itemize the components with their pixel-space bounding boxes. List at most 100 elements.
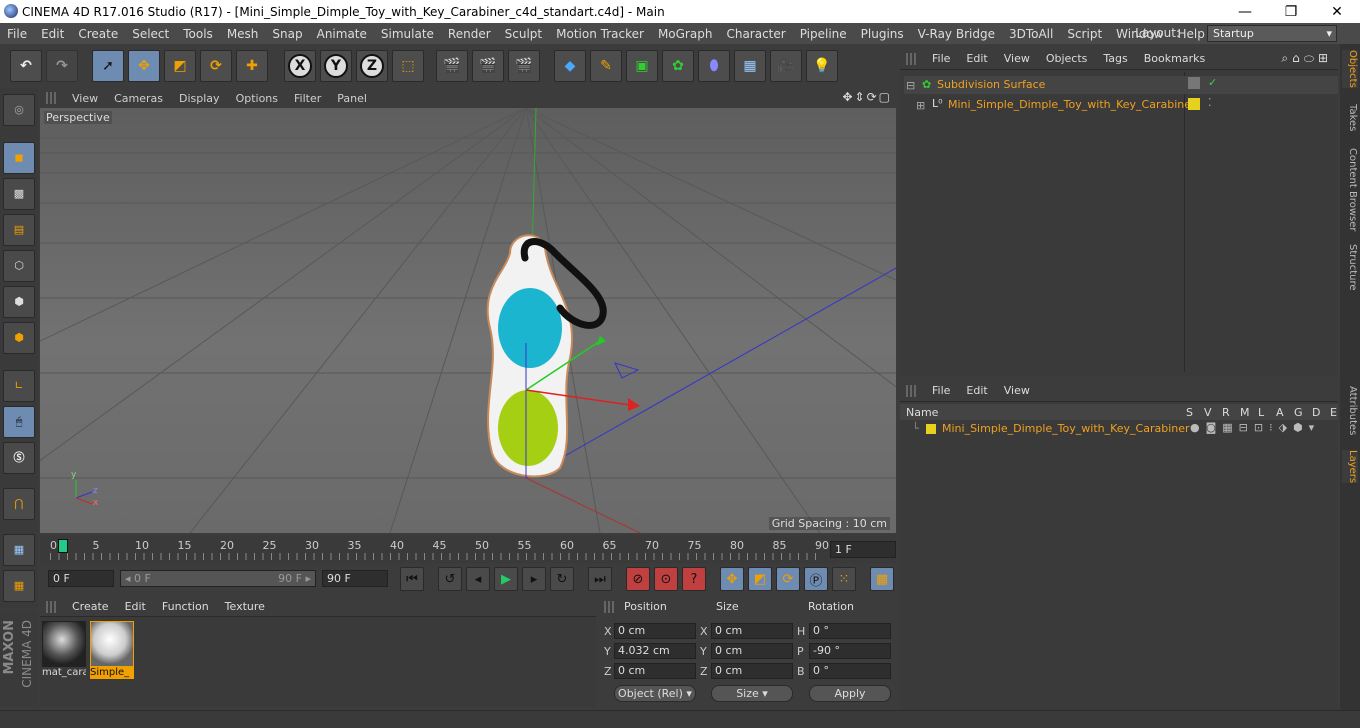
layer-flag-icons[interactable]: ●◙▦⊟⊡⁝⬗⬢▾ bbox=[1190, 421, 1320, 434]
snap-button[interactable]: ⋂ bbox=[3, 488, 35, 520]
cube-primitive-button[interactable]: ◆ bbox=[554, 50, 586, 82]
scale-tool-button[interactable]: ◩ bbox=[164, 50, 196, 82]
layer-color-swatch[interactable] bbox=[1188, 98, 1200, 110]
objects-menu-edit[interactable]: Edit bbox=[958, 52, 995, 65]
workplane-mode-button[interactable]: ▤ bbox=[3, 214, 35, 246]
model-mode-button[interactable]: ◼ bbox=[3, 142, 35, 174]
layer-column-v[interactable]: V bbox=[1204, 406, 1212, 419]
menu-mesh[interactable]: Mesh bbox=[220, 27, 266, 41]
layer-column-d[interactable]: D bbox=[1312, 406, 1320, 419]
playhead[interactable] bbox=[58, 539, 68, 553]
make-editable-button[interactable]: ◎ bbox=[3, 94, 35, 126]
start-frame-field[interactable]: 0 F bbox=[48, 570, 114, 587]
frame-range-slider[interactable]: ◂ 0 F 90 F ▸ bbox=[120, 570, 316, 587]
layer-column-r[interactable]: R bbox=[1222, 406, 1230, 419]
render-settings-button[interactable]: 🎬 bbox=[508, 50, 540, 82]
search-home-icons[interactable]: ⌕⌂⬭⊞ bbox=[1281, 51, 1332, 66]
recent-tools-button[interactable]: ✚ bbox=[236, 50, 268, 82]
solo-mode-button[interactable]: Ⓢ bbox=[3, 442, 35, 474]
menu-3dtoall[interactable]: 3DToAll bbox=[1002, 27, 1060, 41]
render-to-picture-viewer-button[interactable]: 🎬 bbox=[472, 50, 504, 82]
layer-swatch[interactable] bbox=[1188, 77, 1200, 89]
tab-objects[interactable]: Objects bbox=[1342, 50, 1358, 88]
material-menu-texture[interactable]: Texture bbox=[217, 600, 273, 613]
coordinate-system-button[interactable]: ⬚ bbox=[392, 50, 424, 82]
material-thumbnail-carabiner[interactable] bbox=[42, 621, 86, 667]
close-button[interactable]: ✕ bbox=[1314, 0, 1360, 23]
menu-snap[interactable]: Snap bbox=[265, 27, 309, 41]
menu-pipeline[interactable]: Pipeline bbox=[793, 27, 854, 41]
layer-column-a[interactable]: A bbox=[1276, 406, 1284, 419]
end-frame-field[interactable]: 90 F bbox=[322, 570, 388, 587]
material-menu-edit[interactable]: Edit bbox=[117, 600, 154, 613]
tab-takes[interactable]: Takes bbox=[1342, 104, 1358, 131]
collapse-icon[interactable]: ⊟ bbox=[906, 79, 915, 92]
undo-button[interactable]: ↶ bbox=[10, 50, 42, 82]
viewport-menu-cameras[interactable]: Cameras bbox=[106, 92, 171, 105]
tab-content-browser[interactable]: Content Browser bbox=[1342, 148, 1358, 231]
tweak-mode-button[interactable]: 🖱 bbox=[3, 406, 35, 438]
layers-menu-view[interactable]: View bbox=[996, 384, 1038, 397]
layers-menu-file[interactable]: File bbox=[924, 384, 958, 397]
menu-motion-tracker[interactable]: Motion Tracker bbox=[549, 27, 651, 41]
points-mode-button[interactable]: ⬡ bbox=[3, 250, 35, 282]
menu-plugins[interactable]: Plugins bbox=[854, 27, 911, 41]
edges-mode-button[interactable]: ⬢ bbox=[3, 286, 35, 318]
3d-viewport[interactable]: y z x Perspective Grid Spacing : 10 cm bbox=[40, 108, 896, 533]
viewport-menu-options[interactable]: Options bbox=[228, 92, 286, 105]
key-position-button[interactable]: ✥ bbox=[720, 567, 744, 591]
object-row-subdivision[interactable]: ⊟ ✿ Subdivision Surface ✓ bbox=[904, 76, 1338, 94]
previous-frame-button[interactable]: ◂ bbox=[466, 567, 490, 591]
next-frame-button[interactable]: ▸ bbox=[522, 567, 546, 591]
viewport-menu-filter[interactable]: Filter bbox=[286, 92, 329, 105]
camera-button[interactable]: 🎥 bbox=[770, 50, 802, 82]
key-parameter-button[interactable]: Ⓟ bbox=[804, 567, 828, 591]
rotation-b-field[interactable]: 0 ° bbox=[809, 663, 891, 679]
live-selection-button[interactable]: ➚ bbox=[92, 50, 124, 82]
checkmark-icon[interactable]: ✓ bbox=[1208, 76, 1217, 89]
render-view-button[interactable]: 🎬 bbox=[436, 50, 468, 82]
layout-dropdown[interactable]: Startup ▾ bbox=[1207, 25, 1337, 42]
viewport-navigation-icons[interactable]: ✥⇕⟳▢ bbox=[842, 90, 892, 104]
expand-icon[interactable]: ⊞ bbox=[916, 99, 925, 112]
objects-menu-view[interactable]: View bbox=[996, 52, 1038, 65]
menu-tools[interactable]: Tools bbox=[176, 27, 220, 41]
record-keys-button[interactable]: ⊘ bbox=[626, 567, 650, 591]
z-axis-lock-button[interactable]: Z bbox=[356, 50, 388, 82]
tab-layers[interactable]: Layers bbox=[1342, 450, 1358, 484]
layer-column-e[interactable]: E bbox=[1330, 406, 1337, 419]
viewport-menu-display[interactable]: Display bbox=[171, 92, 228, 105]
layer-column-s[interactable]: S bbox=[1186, 406, 1193, 419]
position-z-field[interactable]: 0 cm bbox=[614, 663, 696, 679]
polygons-mode-button[interactable]: ⬢ bbox=[3, 322, 35, 354]
move-tool-button[interactable]: ✥ bbox=[128, 50, 160, 82]
visibility-dots-icon[interactable]: ⁚ bbox=[1208, 96, 1212, 109]
object-row-toy[interactable]: ⊞ L⁰ Mini_Simple_Dimple_Toy_with_Key_Car… bbox=[904, 96, 1338, 114]
menu-sculpt[interactable]: Sculpt bbox=[498, 27, 549, 41]
tab-attributes[interactable]: Attributes bbox=[1342, 386, 1358, 435]
timeline-ruler[interactable]: 0 5 10 15 20 25 30 35 40 45 50 55 60 65 70 75 80 85 90 1 F bbox=[40, 535, 896, 563]
texture-mode-button[interactable]: ▩ bbox=[3, 178, 35, 210]
material-menu-function[interactable]: Function bbox=[154, 600, 217, 613]
size-x-field[interactable]: 0 cm bbox=[711, 623, 793, 639]
layers-menu-edit[interactable]: Edit bbox=[958, 384, 995, 397]
current-frame-field[interactable]: 1 F bbox=[830, 541, 896, 558]
maximize-button[interactable]: ❐ bbox=[1268, 0, 1314, 23]
workplane-grid-button[interactable]: ▦ bbox=[3, 534, 35, 566]
timeline-window-button[interactable]: ▦ bbox=[870, 567, 894, 591]
redo-button[interactable]: ↷ bbox=[46, 50, 78, 82]
layer-color-swatch[interactable] bbox=[926, 424, 936, 434]
enable-axis-button[interactable]: ∟ bbox=[3, 370, 35, 402]
floor-button[interactable]: ▦ bbox=[734, 50, 766, 82]
menu-mograph[interactable]: MoGraph bbox=[651, 27, 720, 41]
menu-select[interactable]: Select bbox=[125, 27, 176, 41]
array-generator-button[interactable]: ✿ bbox=[662, 50, 694, 82]
menu-render[interactable]: Render bbox=[441, 27, 498, 41]
pen-spline-button[interactable]: ✎ bbox=[590, 50, 622, 82]
rotate-tool-button[interactable]: ⟳ bbox=[200, 50, 232, 82]
menu-character[interactable]: Character bbox=[719, 27, 792, 41]
viewport-menu-view[interactable]: View bbox=[64, 92, 106, 105]
locked-workplane-button[interactable]: ▦ bbox=[3, 570, 35, 602]
y-axis-lock-button[interactable]: Y bbox=[320, 50, 352, 82]
menu-file[interactable]: File bbox=[0, 27, 34, 41]
